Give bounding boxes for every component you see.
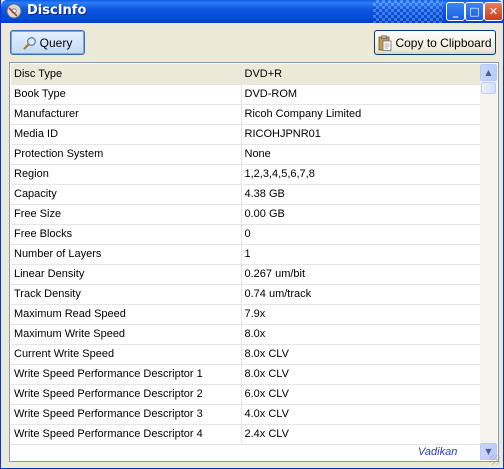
value-cell[interactable]: 0: [241, 224, 481, 245]
property-cell[interactable]: Number of Layers: [11, 244, 242, 265]
title-bar-pattern: [373, 0, 443, 23]
value-cell[interactable]: 0.267 um/bit: [241, 264, 481, 285]
value-cell[interactable]: DVD-ROM: [241, 84, 481, 105]
property-cell[interactable]: Write Speed Performance Descriptor 4: [11, 424, 242, 445]
value-cell[interactable]: 0.74 um/track: [241, 284, 481, 305]
clipboard-icon: [379, 35, 392, 51]
vadikan-watermark: Vadikan: [418, 446, 458, 458]
value-cell[interactable]: DVD+R: [241, 64, 481, 85]
table-row[interactable]: Maximum Write Speed 8.0x: [11, 324, 481, 345]
table-row[interactable]: Write Speed Performance Descriptor 4 2.4x…: [11, 424, 481, 445]
table-row[interactable]: Media ID RICOHJPNR01: [11, 124, 481, 145]
property-cell[interactable]: Book Type: [11, 84, 242, 105]
magnifier-icon: [23, 36, 36, 50]
value-cell[interactable]: 7.9x: [241, 304, 481, 325]
disc-info-grid[interactable]: Disc Type DVD+R Book Type DVD-ROM Manufactur…: [9, 62, 499, 462]
table-row[interactable]: Region 1,2,3,4,5,6,7,8: [11, 164, 481, 185]
property-cell[interactable]: Write Speed Performance Descriptor 3: [11, 404, 242, 425]
value-cell[interactable]: 6.0x CLV: [241, 384, 481, 405]
discinfo-window: DiscInfo _ □ ✕ Query Copy to Clipboard D…: [0, 0, 504, 469]
maximize-button[interactable]: □: [465, 2, 484, 21]
value-cell[interactable]: 2.4x CLV: [241, 424, 481, 445]
property-cell[interactable]: Capacity: [11, 184, 242, 205]
minimize-button[interactable]: _: [446, 2, 465, 21]
scroll-thumb[interactable]: [481, 82, 496, 94]
table-row[interactable]: Book Type DVD-ROM: [11, 84, 481, 105]
property-cell[interactable]: Protection System: [11, 144, 242, 165]
value-cell[interactable]: 4.38 GB: [241, 184, 481, 205]
property-cell[interactable]: Region: [11, 164, 242, 185]
close-button[interactable]: ✕: [484, 2, 503, 21]
value-cell[interactable]: 0.00 GB: [241, 204, 481, 225]
property-cell[interactable]: Write Speed Performance Descriptor 2: [11, 384, 242, 405]
table-row[interactable]: Track Density 0.74 um/track: [11, 284, 481, 305]
property-cell[interactable]: Linear Density: [11, 264, 242, 285]
value-cell[interactable]: 4.0x CLV: [241, 404, 481, 425]
scroll-up-arrow-icon[interactable]: ▲: [480, 64, 497, 81]
value-cell[interactable]: 8.0x: [241, 324, 481, 345]
table-row[interactable]: Manufacturer Ricoh Company Limited: [11, 104, 481, 125]
table-row[interactable]: Write Speed Performance Descriptor 3 4.0x…: [11, 404, 481, 425]
property-cell[interactable]: Manufacturer: [11, 104, 242, 125]
value-cell[interactable]: RICOHJPNR01: [241, 124, 481, 145]
title-bar[interactable]: DiscInfo _ □ ✕: [1, 0, 503, 23]
property-cell[interactable]: Free Size: [11, 204, 242, 225]
table-row[interactable]: Current Write Speed 8.0x CLV: [11, 344, 481, 365]
vertical-scrollbar[interactable]: ▲ ▼: [480, 64, 497, 460]
property-cell[interactable]: Write Speed Performance Descriptor 1: [11, 364, 242, 385]
property-cell[interactable]: Free Blocks: [11, 224, 242, 245]
window-title: DiscInfo: [27, 3, 87, 18]
table-row[interactable]: Protection System None: [11, 144, 481, 165]
table-row[interactable]: Linear Density 0.267 um/bit: [11, 264, 481, 285]
copy-button-label: Copy to Clipboard: [395, 35, 492, 50]
table-row[interactable]: Disc Type DVD+R: [11, 64, 481, 85]
table-row[interactable]: Write Speed Performance Descriptor 1 8.0x…: [11, 364, 481, 385]
value-cell[interactable]: 8.0x CLV: [241, 364, 481, 385]
disc-info-table: Disc Type DVD+R Book Type DVD-ROM Manufactur…: [11, 64, 481, 445]
table-row[interactable]: Number of Layers 1: [11, 244, 481, 265]
table-row[interactable]: Capacity 4.38 GB: [11, 184, 481, 205]
table-row[interactable]: Free Size 0.00 GB: [11, 204, 481, 225]
property-cell[interactable]: Media ID: [11, 124, 242, 145]
property-cell[interactable]: Disc Type: [11, 64, 242, 85]
query-button[interactable]: Query: [10, 30, 85, 55]
size-grip[interactable]: [490, 455, 500, 465]
value-cell[interactable]: 1,2,3,4,5,6,7,8: [241, 164, 481, 185]
property-cell[interactable]: Track Density: [11, 284, 242, 305]
value-cell[interactable]: 1: [241, 244, 481, 265]
value-cell[interactable]: 8.0x CLV: [241, 344, 481, 365]
table-row[interactable]: Write Speed Performance Descriptor 2 6.0x…: [11, 384, 481, 405]
property-cell[interactable]: Maximum Read Speed: [11, 304, 242, 325]
copy-to-clipboard-button[interactable]: Copy to Clipboard: [374, 30, 496, 55]
query-button-label: Query: [39, 35, 73, 50]
table-row[interactable]: Free Blocks 0: [11, 224, 481, 245]
property-cell[interactable]: Maximum Write Speed: [11, 324, 242, 345]
disc-app-icon: [6, 3, 22, 19]
value-cell[interactable]: None: [241, 144, 481, 165]
table-row[interactable]: Maximum Read Speed 7.9x: [11, 304, 481, 325]
property-cell[interactable]: Current Write Speed: [11, 344, 242, 365]
value-cell[interactable]: Ricoh Company Limited: [241, 104, 481, 125]
